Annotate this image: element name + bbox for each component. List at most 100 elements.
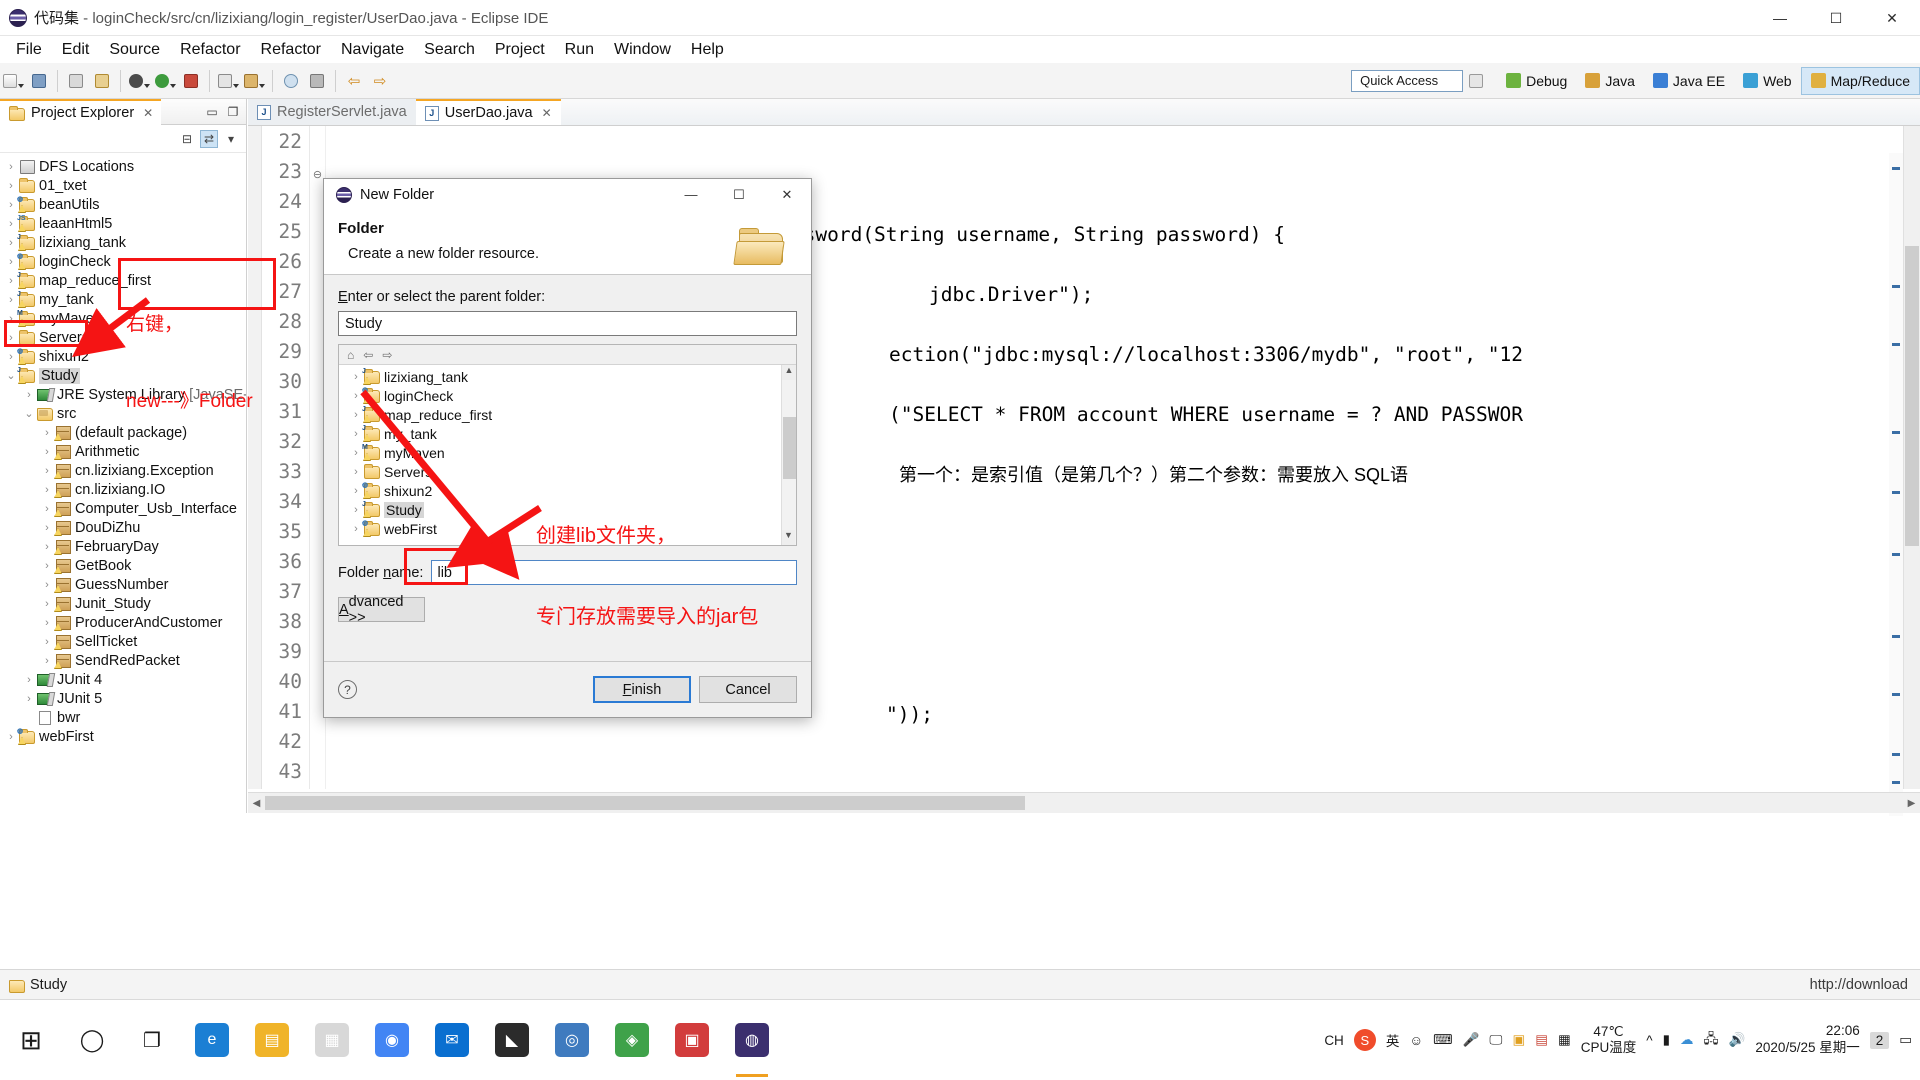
tray-toolbox-icon[interactable]: ▣	[1512, 1032, 1525, 1048]
tree-item-sendredpacket[interactable]: › SendRedPacket	[0, 651, 246, 670]
back-icon[interactable]: ⇦	[363, 348, 373, 362]
chevron-right-icon[interactable]: ›	[349, 428, 363, 440]
overview-ruler[interactable]	[1889, 153, 1903, 816]
perspective-web[interactable]: Web	[1734, 67, 1801, 95]
chevron-right-icon[interactable]: ›	[40, 598, 54, 610]
forward-button[interactable]: ⇨	[368, 68, 392, 94]
tree-item-dfs-locations[interactable]: › DFS Locations	[0, 157, 246, 176]
chevron-right-icon[interactable]: ›	[4, 275, 18, 287]
menu-refactor[interactable]: Refactor	[170, 39, 250, 61]
minimize-button[interactable]: —	[1752, 0, 1808, 36]
tree-item-01-txet[interactable]: › 01_txet	[0, 176, 246, 195]
hscroll-left-arrow[interactable]: ◀	[248, 798, 265, 809]
chevron-right-icon[interactable]: ›	[4, 351, 18, 363]
chevron-right-icon[interactable]: ›	[40, 522, 54, 534]
editor-tab-userdao-java[interactable]: J UserDao.java ✕	[415, 99, 561, 125]
chevron-right-icon[interactable]: ›	[22, 674, 36, 686]
tab-project-explorer[interactable]: Project Explorer ✕	[0, 98, 162, 125]
tree-item-beanutils[interactable]: › ◍ beanUtils	[0, 195, 246, 214]
tray-network-icon[interactable]: 🖧	[1704, 1029, 1719, 1052]
tree-item-servers[interactable]: › Servers	[0, 328, 246, 347]
editor-horizontal-scrollbar[interactable]: ◀ ▶	[248, 792, 1920, 813]
tray-shield-icon[interactable]: ▤	[1535, 1032, 1548, 1048]
action-center-icon[interactable]: ▭	[1899, 1032, 1912, 1048]
chevron-right-icon[interactable]: ›	[4, 199, 18, 211]
dialog-tree-item-lizixiang-tank[interactable]: › Jlizixiang_tank	[339, 367, 796, 386]
tree-item-sellticket[interactable]: › SellTicket	[0, 632, 246, 651]
new-button[interactable]	[1, 68, 25, 94]
chevron-right-icon[interactable]: ›	[349, 447, 363, 459]
perspective-java[interactable]: Java	[1576, 67, 1644, 95]
chevron-right-icon[interactable]: ›	[349, 409, 363, 421]
chevron-right-icon[interactable]: ›	[40, 655, 54, 667]
menu-run[interactable]: Run	[555, 39, 604, 61]
menu-source[interactable]: Source	[99, 39, 170, 61]
chevron-right-icon[interactable]: ›	[349, 390, 363, 402]
new-folder-dialog[interactable]: New Folder — ☐ ✕ Folder Create a new fol…	[323, 178, 812, 718]
tab-close-icon[interactable]: ✕	[143, 106, 153, 120]
maximize-button[interactable]: ☐	[1808, 0, 1864, 36]
chevron-right-icon[interactable]: ›	[4, 731, 18, 743]
parent-folder-input[interactable]: Study	[338, 311, 797, 336]
eclipse-icon[interactable]: ◍	[722, 1000, 782, 1080]
forward-icon[interactable]: ⇨	[382, 348, 392, 362]
open-perspective-button[interactable]	[1464, 68, 1488, 94]
tree-item-junit-study[interactable]: › Junit_Study	[0, 594, 246, 613]
task-view-icon[interactable]: ❐	[122, 1000, 182, 1080]
tray-lang[interactable]: CH	[1324, 1033, 1344, 1048]
export-button[interactable]	[90, 68, 114, 94]
menu-search[interactable]: Search	[414, 39, 485, 61]
help-icon[interactable]: ?	[338, 680, 357, 699]
tray-mic-icon[interactable]: 🎤	[1463, 1032, 1480, 1048]
tree-item-computer-usb-interface[interactable]: › Computer_Usb_Interface	[0, 499, 246, 518]
tree-item-producerandcustomer[interactable]: › ProducerAndCustomer	[0, 613, 246, 632]
tree-item-leaanhtml5[interactable]: › JS leaanHtml5	[0, 214, 246, 233]
parent-folder-tree-box[interactable]: ⌂ ⇦ ⇨ › Jlizixiang_tank › ◍ loginCheck › Jmap_…	[338, 344, 797, 546]
finish-button[interactable]: Finish	[593, 676, 691, 703]
camera-icon[interactable]: ◎	[542, 1000, 602, 1080]
dialog-tree-item-my-tank[interactable]: › Jmy_tank	[339, 424, 796, 443]
store-icon[interactable]: ▦	[302, 1000, 362, 1080]
chevron-right-icon[interactable]: ›	[40, 560, 54, 572]
tray-battery-icon[interactable]: ▮	[1663, 1032, 1670, 1048]
back-button[interactable]: ⇦	[342, 68, 366, 94]
tree-item-bwr[interactable]: bwr	[0, 708, 246, 727]
chevron-right-icon[interactable]: ›	[4, 161, 18, 173]
collapse-all-icon[interactable]: ⊟	[178, 130, 196, 148]
cpu-temp-widget[interactable]: 47℃ CPU温度	[1581, 1024, 1637, 1055]
chevron-right-icon[interactable]: ›	[22, 389, 36, 401]
dialog-minimize-button[interactable]: —	[667, 179, 715, 211]
close-button[interactable]: ✕	[1864, 0, 1920, 36]
chevron-right-icon[interactable]: ›	[4, 294, 18, 306]
code-icon[interactable]: ◣	[482, 1000, 542, 1080]
tray-chevron-icon[interactable]: ^	[1646, 1033, 1652, 1048]
file-explorer-icon[interactable]: ▤	[242, 1000, 302, 1080]
chevron-right-icon[interactable]: ›	[40, 541, 54, 553]
view-menu-icon[interactable]: ▾	[222, 130, 240, 148]
chevron-right-icon[interactable]: ›	[40, 636, 54, 648]
project-tree[interactable]: › DFS Locations › 01_txet › ◍ beanUtils › JS leaa…	[0, 153, 246, 808]
dialog-tree-scroll-thumb[interactable]	[783, 417, 796, 479]
tree-item-arithmetic[interactable]: › Arithmetic	[0, 442, 246, 461]
chevron-right-icon[interactable]: ›	[4, 180, 18, 192]
editor-tab-close-icon[interactable]: ✕	[542, 106, 552, 120]
dialog-tree-scroll-down[interactable]: ▼	[782, 530, 795, 545]
chrome-icon[interactable]: ◉	[362, 1000, 422, 1080]
advanced-button[interactable]: Advanced >>	[338, 594, 425, 626]
notification-badge[interactable]: 2	[1869, 1031, 1890, 1049]
cancel-button[interactable]: Cancel	[699, 676, 797, 703]
tray-ime-en[interactable]: 英	[1386, 1030, 1400, 1050]
chevron-right-icon[interactable]: ›	[4, 256, 18, 268]
menu-window[interactable]: Window	[604, 39, 681, 61]
chevron-right-icon[interactable]: ›	[40, 465, 54, 477]
tree-item-guessnumber[interactable]: › GuessNumber	[0, 575, 246, 594]
edge-icon[interactable]: e	[182, 1000, 242, 1080]
maximize-view-icon[interactable]: ❐	[224, 103, 242, 121]
search-button[interactable]	[279, 68, 303, 94]
editor-tab-registerservlet-java[interactable]: J RegisterServlet.java	[248, 99, 416, 125]
search-taskbar-icon[interactable]: ◯	[62, 1000, 122, 1080]
app2-icon[interactable]: ▣	[662, 1000, 722, 1080]
run-button[interactable]	[153, 68, 177, 94]
dialog-tree-item-webfirst[interactable]: › ◍ webFirst	[339, 519, 796, 538]
tree-item-webfirst[interactable]: › ◍ webFirst	[0, 727, 246, 746]
